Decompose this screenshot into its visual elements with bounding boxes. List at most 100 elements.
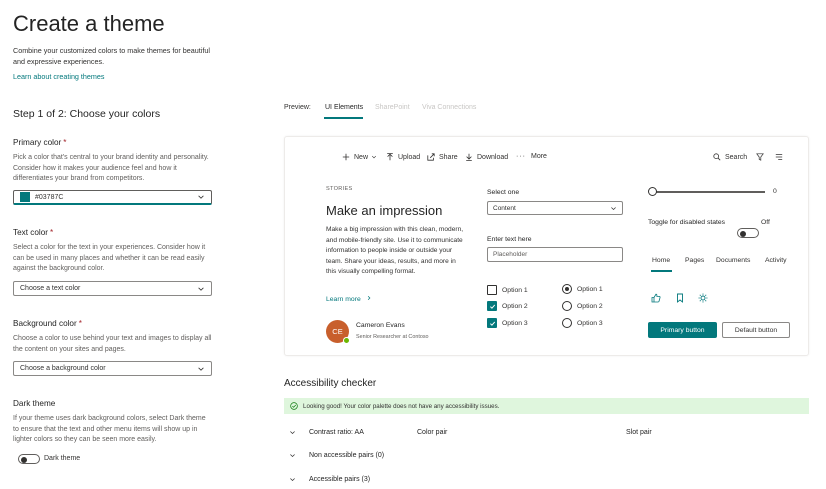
primary-button[interactable]: Primary button (648, 322, 717, 338)
tab-ui-elements[interactable]: UI Elements (325, 104, 363, 111)
checkbox-option-3[interactable]: Option 3 (487, 318, 528, 328)
checkbox-box-checked (487, 301, 497, 311)
text-color-label: Text color * (13, 228, 53, 237)
chevron-down-icon (290, 454, 295, 458)
more-command-label: More (531, 153, 547, 160)
download-command-label: Download (477, 153, 509, 161)
accessibility-success-banner: Looking good! Your color palette does no… (284, 398, 809, 414)
placeholder-input[interactable]: Placeholder (487, 247, 623, 262)
contrast-ratio-header: Contrast ratio: AA (309, 429, 364, 436)
presence-badge (343, 337, 350, 344)
select-one-label: Select one (487, 189, 520, 196)
background-color-label: Background color * (13, 319, 82, 328)
checkbox-box (487, 285, 497, 295)
dark-theme-toggle[interactable] (18, 454, 40, 464)
new-command[interactable]: New (342, 153, 377, 161)
preview-label: Preview: (284, 104, 311, 111)
active-pivot-indicator (651, 270, 672, 272)
disabled-states-toggle[interactable] (737, 228, 759, 238)
share-command[interactable]: Share (427, 153, 458, 161)
slider-thumb[interactable] (648, 187, 657, 196)
step-title: Step 1 of 2: Choose your colors (13, 108, 161, 120)
text-color-placeholder: Choose a text color (20, 285, 81, 292)
checkbox-option-1[interactable]: Option 1 (487, 285, 528, 295)
primary-color-description: Pick a color that's central to your bran… (13, 154, 209, 182)
more-command[interactable]: ··· More (516, 153, 547, 160)
learn-more-label: Learn more (326, 296, 361, 303)
upload-command-label: Upload (398, 153, 421, 161)
radio-button-selected (562, 284, 572, 294)
radio-label: Option 2 (577, 302, 603, 310)
slider-value: 0 (773, 188, 777, 195)
sun-icon[interactable] (698, 293, 708, 303)
active-tab-indicator (324, 117, 363, 119)
required-mark: * (78, 319, 82, 328)
contrast-header-row[interactable]: Contrast ratio: AA (289, 429, 364, 436)
upload-command[interactable]: Upload (386, 153, 420, 161)
text-color-description: Select a color for the text in your expe… (13, 244, 206, 272)
story-body: Make a big impression with this clean, m… (326, 226, 464, 275)
checkbox-box-checked (487, 318, 497, 328)
learn-more-link[interactable]: Learn more (326, 295, 372, 303)
stories-label: STORIES (326, 186, 353, 192)
plus-icon (342, 153, 350, 161)
chevron-down-icon (198, 367, 204, 371)
share-command-label: Share (439, 153, 458, 161)
required-mark: * (63, 138, 67, 147)
pivot-activity[interactable]: Activity (765, 257, 787, 264)
content-dropdown[interactable]: Content (487, 201, 623, 215)
content-dropdown-value: Content (493, 204, 516, 212)
primary-color-label-text: Primary color (13, 138, 62, 147)
more-icon: ··· (516, 153, 526, 160)
chevron-right-icon (367, 295, 371, 301)
pivot-home[interactable]: Home (652, 257, 670, 264)
accessible-pairs-row[interactable]: Accessible pairs (3) (289, 476, 370, 483)
check-circle-icon (290, 402, 298, 410)
dark-theme-toggle-label: Dark theme (44, 455, 81, 462)
tab-viva-connections: Viva Connections (422, 104, 477, 111)
radio-option-3[interactable]: Option 3 (562, 318, 603, 328)
primary-color-dropdown[interactable]: #03787C (13, 190, 212, 205)
radio-label: Option 3 (577, 319, 603, 327)
pivot-documents[interactable]: Documents (716, 257, 750, 264)
chevron-down-icon (372, 155, 377, 159)
chevron-down-icon (198, 287, 204, 291)
primary-color-value: #03787C (35, 193, 64, 201)
text-color-label-text: Text color (13, 228, 49, 237)
enter-text-label: Enter text here (487, 236, 532, 243)
default-button[interactable]: Default button (722, 322, 790, 338)
learn-about-themes-link[interactable]: Learn about creating themes (13, 72, 105, 81)
checkbox-option-2[interactable]: Option 2 (487, 301, 528, 311)
page-description: Combine your customized colors to make t… (13, 46, 210, 66)
radio-button (562, 318, 572, 328)
background-color-label-text: Background color (13, 319, 77, 328)
accessibility-checker-title: Accessibility checker (284, 378, 377, 389)
search-command[interactable]: Search (713, 153, 747, 161)
toggle-knob (21, 456, 27, 463)
download-command[interactable]: Download (465, 153, 508, 161)
accessible-pairs-label: Accessible pairs (3) (309, 476, 371, 483)
required-mark: * (50, 228, 54, 237)
radio-option-1[interactable]: Option 1 (562, 284, 603, 294)
filter-command[interactable] (756, 153, 768, 161)
non-accessible-pairs-label: Non accessible pairs (0) (309, 452, 385, 459)
toggle-knob (740, 230, 746, 237)
non-accessible-pairs-row[interactable]: Non accessible pairs (0) (289, 452, 384, 459)
background-color-dropdown[interactable]: Choose a background color (13, 361, 212, 376)
slider-track[interactable] (652, 191, 765, 193)
new-command-label: New (354, 153, 369, 161)
placeholder-text: Placeholder (493, 251, 528, 258)
like-icon[interactable] (651, 293, 661, 303)
text-color-dropdown[interactable]: Choose a text color (13, 281, 212, 296)
upload-icon (387, 153, 393, 161)
list-icon (775, 154, 783, 160)
radio-option-2[interactable]: Option 2 (562, 301, 603, 311)
bookmark-icon[interactable] (675, 293, 685, 303)
view-options-command[interactable] (775, 153, 787, 161)
search-icon (713, 153, 721, 161)
slot-pair-header: Slot pair (626, 429, 652, 436)
pivot-pages[interactable]: Pages (685, 257, 704, 264)
person-role: Senior Researcher at Contoso (356, 334, 429, 340)
search-command-label: Search (725, 153, 748, 161)
filter-icon (756, 153, 764, 161)
